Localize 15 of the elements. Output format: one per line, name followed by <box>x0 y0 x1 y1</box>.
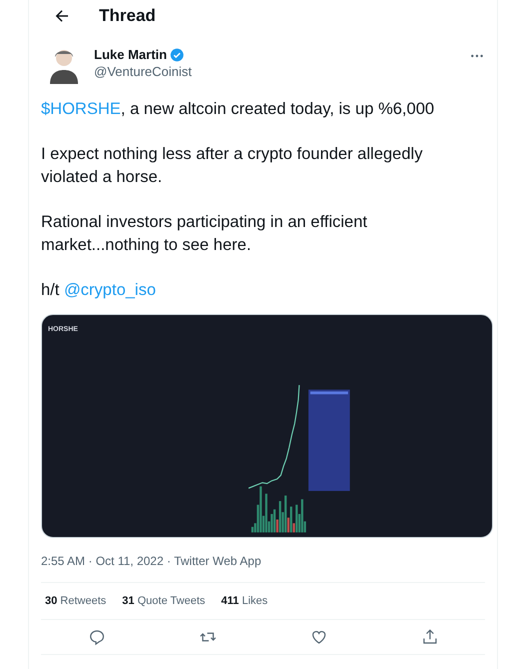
reply-icon[interactable] <box>88 628 106 646</box>
heart-icon[interactable] <box>310 628 328 646</box>
author-name[interactable]: Luke Martin <box>94 47 167 62</box>
engagement-stat[interactable]: 31 Quote Tweets <box>122 595 206 607</box>
page-title: Thread <box>99 6 156 26</box>
engagement-stat[interactable]: 30 Retweets <box>45 595 106 607</box>
tweet-text: $HORSHE, a new altcoin created today, is up %6,000 <box>41 99 436 120</box>
tweet-text: I expect nothing less after a crypto founder allegedly violated a horse. <box>41 144 424 188</box>
engagement-stat[interactable]: 411 Likes <box>221 595 268 607</box>
tweet-text: h/t @crypto_iso <box>41 280 157 301</box>
author-handle[interactable]: @VentureCoinist <box>94 64 469 79</box>
share-icon[interactable] <box>420 628 438 646</box>
volume-bars <box>251 486 306 532</box>
tweet-timestamp[interactable]: 2:55 AM · Oct 11, 2022 · Twitter Web App <box>41 554 485 583</box>
tweet-text: Rational investors participating in an efficient market...nothing to see here. <box>41 212 368 256</box>
